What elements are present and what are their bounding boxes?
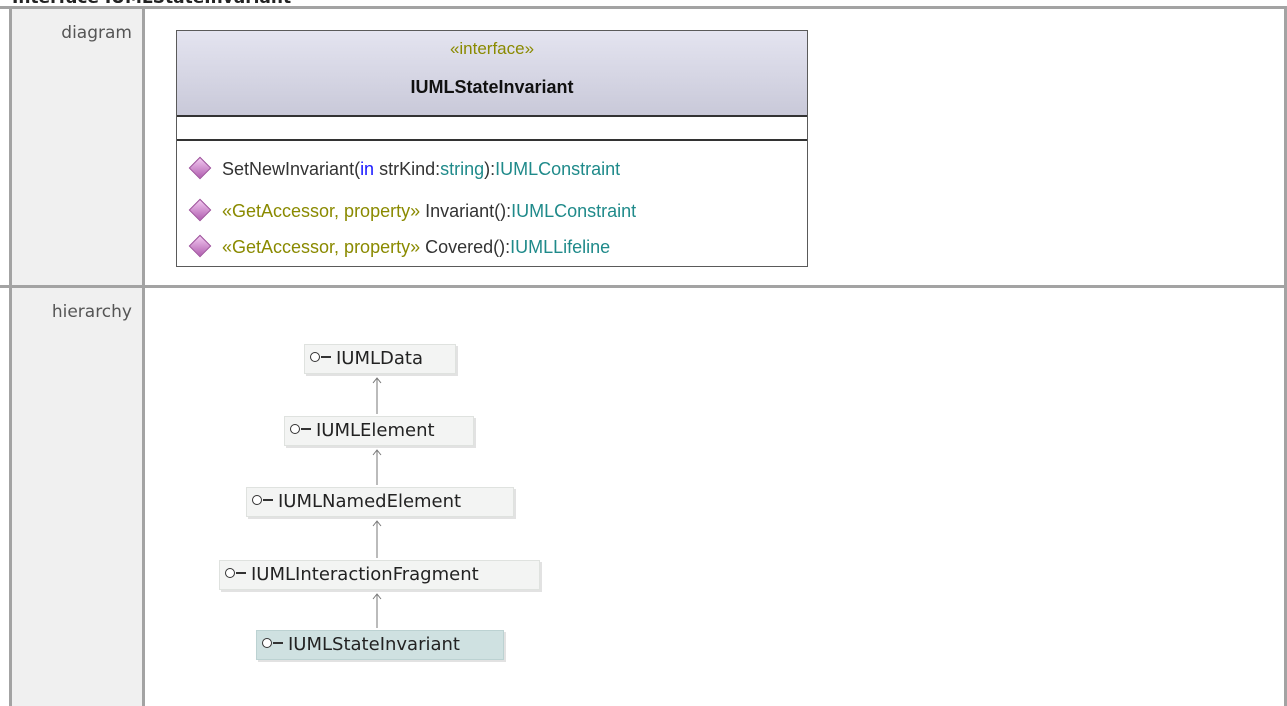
operation-text-part: Covered(): bbox=[420, 237, 511, 257]
operation-text-part: Invariant(): bbox=[420, 201, 512, 221]
hierarchy-node-label: IUMLNamedElement bbox=[278, 491, 462, 512]
hierarchy-node[interactable]: IUMLInteractionFragment bbox=[219, 560, 540, 590]
row-divider bbox=[0, 285, 1287, 288]
hierarchy-node-label: IUMLData bbox=[336, 348, 424, 369]
operation-text-part: in bbox=[360, 159, 375, 179]
interface-lollipop-icon bbox=[252, 494, 274, 506]
table-top-border bbox=[0, 6, 1287, 9]
generalization-arrow bbox=[371, 376, 383, 414]
operation-text-part: IUMLLifeline bbox=[510, 237, 611, 257]
diagram-label-cell: diagram bbox=[12, 9, 142, 285]
diagram-label: diagram bbox=[61, 23, 132, 43]
operation-text-part: «GetAccessor, property» bbox=[222, 237, 421, 257]
operation-text-part: string bbox=[440, 159, 485, 179]
hierarchy-node-label: IUMLInteractionFragment bbox=[251, 564, 479, 585]
operation-icon bbox=[188, 234, 212, 258]
hierarchy-node[interactable]: IUMLElement bbox=[284, 416, 474, 446]
uml-interface-box: «interface» IUMLStateInvariant SetNewInv… bbox=[176, 30, 808, 267]
hierarchy-label: hierarchy bbox=[51, 302, 132, 322]
hierarchy-node[interactable]: IUMLStateInvariant bbox=[256, 630, 504, 660]
generalization-arrow bbox=[371, 592, 383, 628]
hierarchy-node-label: IUMLElement bbox=[316, 420, 435, 441]
interface-lollipop-icon bbox=[262, 637, 284, 649]
interface-lollipop-icon bbox=[225, 567, 247, 579]
operation-row: «GetAccessor, property» Covered():IUMLLi… bbox=[188, 233, 611, 261]
operation-text-part: SetNewInvariant( bbox=[222, 159, 361, 179]
generalization-arrow bbox=[371, 519, 383, 558]
operation-text-part: IUMLConstraint bbox=[495, 159, 621, 179]
operation-icon bbox=[188, 198, 212, 222]
operation-text-part: ): bbox=[484, 159, 496, 179]
operation-row: «GetAccessor, property» Invariant():IUML… bbox=[188, 197, 637, 225]
hierarchy-node-label: IUMLStateInvariant bbox=[288, 634, 460, 655]
hierarchy-node[interactable]: IUMLNamedElement bbox=[246, 487, 514, 517]
generalization-arrow bbox=[371, 448, 383, 485]
operation-text-part: «GetAccessor, property» bbox=[222, 201, 421, 221]
column-divider bbox=[142, 6, 145, 706]
class-name: IUMLStateInvariant bbox=[410, 77, 574, 97]
operation-icon bbox=[188, 156, 212, 180]
hierarchy-label-cell: hierarchy bbox=[12, 288, 142, 706]
operation-row: SetNewInvariant(in strKind:string):IUMLC… bbox=[188, 155, 621, 183]
attributes-compartment-divider bbox=[177, 139, 807, 141]
table-left-border bbox=[9, 6, 12, 706]
hierarchy-node[interactable]: IUMLData bbox=[304, 344, 456, 374]
operation-text-part: IUMLConstraint bbox=[511, 201, 637, 221]
interface-lollipop-icon bbox=[310, 351, 332, 363]
stereotype-label: «interface» bbox=[449, 39, 535, 58]
interface-lollipop-icon bbox=[290, 423, 312, 435]
operation-text-part: strKind: bbox=[374, 159, 441, 179]
uml-class-header: «interface» IUMLStateInvariant bbox=[177, 31, 807, 117]
details-table: diagram hierarchy «interface» IUMLStateI… bbox=[0, 0, 1287, 706]
